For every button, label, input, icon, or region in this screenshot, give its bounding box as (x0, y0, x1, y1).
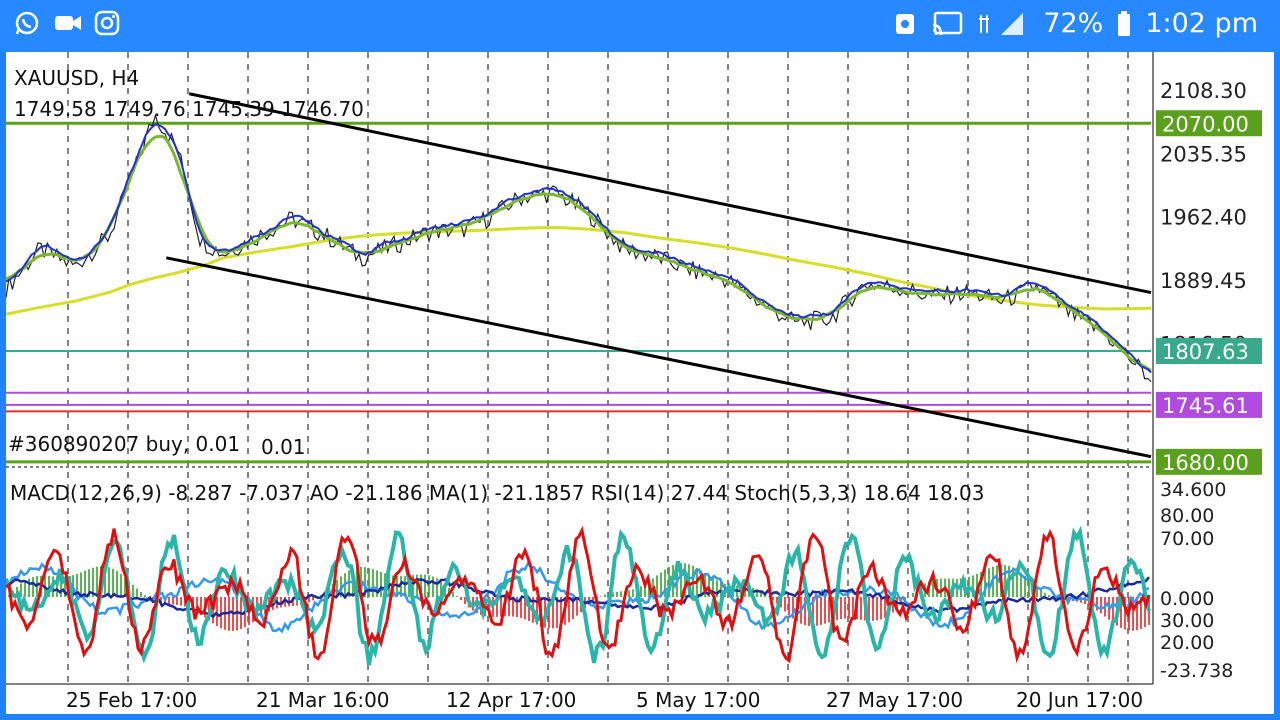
ao-histogram-bar (996, 565, 998, 597)
signal-icon (977, 11, 1029, 37)
ao-histogram-bar (632, 589, 634, 597)
ao-histogram-bar (940, 578, 942, 597)
ao-histogram-bar (452, 591, 454, 597)
ao-histogram-bar (620, 591, 622, 597)
ao-histogram-bar (1048, 595, 1050, 597)
ao-histogram-bar (460, 597, 462, 601)
ao-histogram-bar (600, 596, 602, 597)
indicator-tick-label: 30.00 (1160, 610, 1214, 632)
indicator-tick-label: 70.00 (1160, 528, 1214, 550)
ao-histogram-bar (884, 597, 886, 618)
indicator-tick-label: -23.738 (1160, 660, 1233, 682)
ao-histogram-bar (784, 597, 786, 612)
status-bar: 72% 1:02 pm (0, 0, 1280, 52)
ao-histogram-bar (140, 592, 142, 597)
ao-histogram-bar (568, 597, 570, 623)
level-label: 1680.00 (1162, 451, 1249, 475)
ao-histogram-bar (1112, 597, 1114, 623)
ao-histogram-bar (180, 597, 182, 606)
symbol-label: XAUUSD, H4 (14, 66, 139, 90)
time-tick-label: 20 Jun 17:00 (1016, 688, 1143, 712)
ao-histogram-bar (880, 597, 882, 620)
price-tick-label: 1889.45 (1160, 269, 1247, 293)
ao-histogram-bar (1028, 579, 1030, 597)
price-tick-label: 2035.35 (1160, 142, 1247, 166)
ao-histogram-bar (844, 597, 846, 619)
ao-histogram-bar (1100, 597, 1102, 614)
price-tick-label: 1962.40 (1160, 206, 1247, 230)
ao-histogram-bar (848, 597, 850, 619)
ao-histogram-bar (132, 584, 134, 597)
ao-histogram-bar (816, 597, 818, 626)
indicator-label: MACD(12,26,9) -8.287 -7.037 AO -21.186 M… (10, 481, 984, 505)
ao-histogram-bar (380, 571, 382, 597)
ao-histogram-bar (20, 583, 22, 597)
level-label: 2070.00 (1162, 112, 1249, 136)
ao-histogram-bar (96, 566, 98, 597)
ao-histogram-bar (116, 571, 118, 597)
ao-histogram-bar (988, 568, 990, 597)
ao-histogram-bar (788, 597, 790, 616)
ao-histogram-bar (464, 597, 466, 605)
chart-area[interactable]: 2108.302035.351962.401889.451816.502070.… (4, 52, 1274, 714)
price-chart-svg[interactable]: 2108.302035.351962.401889.451816.502070.… (4, 52, 1274, 714)
ao-histogram-bar (312, 597, 314, 601)
ao-histogram-bar (32, 577, 34, 597)
indicator-tick-label: 34.600 (1160, 479, 1226, 501)
trade-lot-label: 0.01 (261, 435, 306, 459)
ao-histogram-bar (820, 597, 822, 625)
data-saver-icon (893, 11, 917, 37)
ao-histogram-bar (872, 597, 874, 621)
ao-histogram-bar (1040, 589, 1042, 597)
instagram-icon (94, 10, 120, 36)
ao-histogram-bar (424, 574, 426, 597)
ao-histogram-bar (824, 597, 826, 624)
ao-histogram-bar (604, 594, 606, 597)
time-tick-label: 21 Mar 16:00 (256, 688, 390, 712)
video-call-icon (54, 10, 81, 36)
clock: 1:02 pm (1145, 8, 1258, 39)
price-tick-label: 2108.30 (1160, 79, 1247, 103)
ao-histogram-bar (428, 575, 430, 597)
ao-histogram-bar (136, 588, 138, 597)
ao-histogram-bar (840, 597, 842, 620)
ao-histogram-bar (912, 593, 914, 597)
channel-lower-line (166, 256, 1152, 459)
indicator-tick-label: 80.00 (1160, 505, 1214, 527)
ao-histogram-bar (84, 570, 86, 597)
battery-percent: 72% (1043, 8, 1104, 39)
ao-histogram-bar (436, 578, 438, 597)
ao-histogram-bar (176, 597, 178, 605)
ao-histogram-bar (852, 597, 854, 619)
level-label: 1745.61 (1162, 394, 1249, 418)
indicator-tick-label: 20.00 (1160, 632, 1214, 654)
battery-icon (1117, 10, 1131, 37)
ao-histogram-bar (24, 580, 26, 597)
time-tick-label: 12 Apr 17:00 (446, 688, 576, 712)
ma-mid-line (5, 134, 1152, 372)
ao-histogram-bar (616, 591, 618, 597)
ao-histogram-bar (216, 597, 218, 627)
whatsapp-icon (14, 10, 40, 36)
ao-histogram-bar (372, 569, 374, 597)
time-tick-label: 25 Feb 17:00 (66, 688, 197, 712)
ao-histogram-bar (860, 597, 862, 620)
time-tick-label: 5 May 17:00 (636, 688, 760, 712)
trade-label: #360890207 buy, 0.01 (8, 432, 240, 456)
ao-histogram-bar (432, 576, 434, 597)
ohlc-label: 1749.58 1749.76 1745.39 1746.70 (14, 97, 364, 121)
cast-icon (931, 11, 963, 37)
ao-histogram-bar (144, 595, 146, 597)
ao-histogram-bar (168, 597, 170, 605)
time-tick-label: 27 May 17:00 (826, 688, 963, 712)
level-label: 1807.63 (1162, 340, 1249, 364)
ao-histogram-bar (120, 573, 122, 597)
ao-histogram-bar (456, 595, 458, 597)
indicator-tick-label: 0.000 (1160, 588, 1214, 610)
ao-histogram-bar (876, 597, 878, 621)
